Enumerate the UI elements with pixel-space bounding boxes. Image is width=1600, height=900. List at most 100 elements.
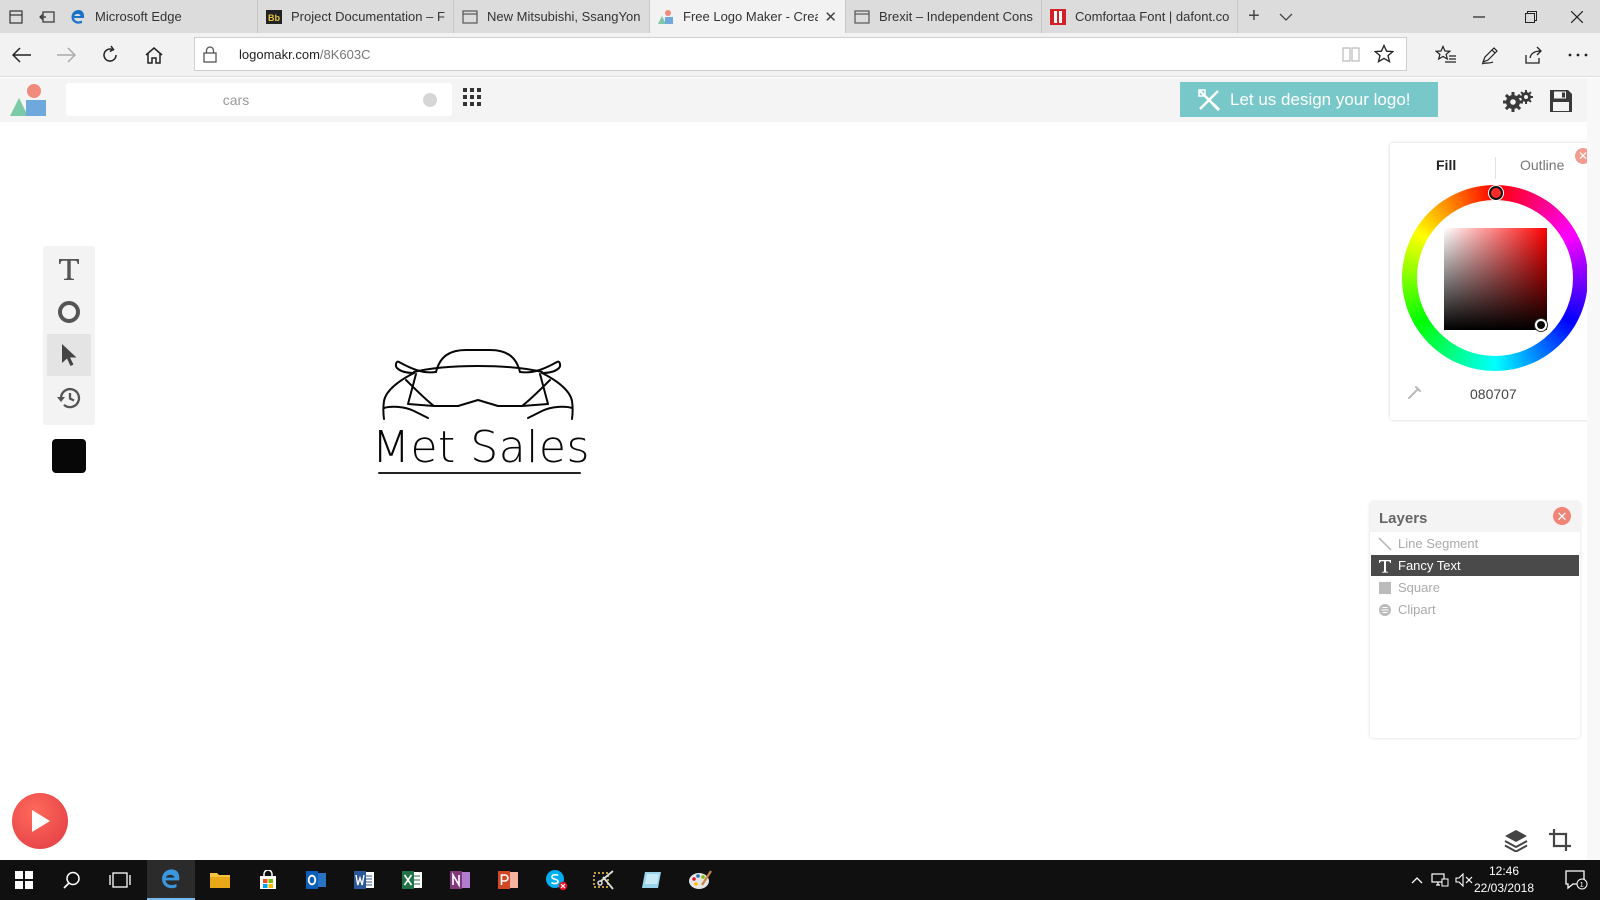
shape-tool-icon[interactable] [47, 291, 91, 333]
file-explorer-icon[interactable] [196, 860, 244, 900]
layer-item-fancy-text[interactable]: Fancy Text [1371, 555, 1579, 576]
site-header: Let us design your logo! [0, 78, 1600, 122]
logo-underline-segment[interactable] [378, 472, 581, 474]
browser-tab-strip: Microsoft Edge Bb Project Documentation … [0, 0, 1600, 33]
layer-item-line-segment[interactable]: Line Segment [1371, 533, 1579, 554]
tab-project-documentation[interactable]: Bb Project Documentation – Fc [258, 0, 454, 33]
logo-text-met-sales[interactable]: Met Sales [372, 422, 590, 473]
browser-navigation-bar: logomakr.com/8K603C [0, 33, 1600, 77]
logomakr-logo[interactable] [10, 82, 48, 118]
tab-title: Microsoft Edge [95, 9, 182, 24]
layers-header: Layers [1370, 502, 1580, 532]
taskbar-edge-icon[interactable] [147, 860, 195, 900]
start-windows-icon[interactable] [0, 860, 48, 900]
page-scrollbar[interactable] [1587, 78, 1600, 860]
design-my-logo-button[interactable]: Let us design your logo! [1180, 82, 1438, 117]
dafont-icon [1050, 8, 1066, 25]
search-icon[interactable] [422, 92, 438, 113]
settings-gears-icon[interactable] [1502, 85, 1534, 117]
layer-item-square[interactable]: Square [1371, 577, 1579, 598]
taskbar-search-icon[interactable] [48, 860, 96, 900]
network-icon[interactable] [1428, 873, 1452, 887]
layers-toggle-icon[interactable] [1501, 825, 1531, 855]
store-icon[interactable] [244, 860, 292, 900]
crop-icon[interactable] [1545, 825, 1575, 855]
task-view-icon[interactable] [96, 860, 144, 900]
close-tab-icon[interactable]: ✕ [824, 8, 837, 26]
tab-title: Project Documentation – Fc [291, 9, 445, 24]
refresh-icon[interactable] [94, 39, 126, 71]
favorite-star-icon[interactable] [1373, 43, 1395, 69]
url-domain: logomakr.com [239, 47, 320, 62]
close-window-icon[interactable] [1554, 0, 1600, 33]
share-icon[interactable] [1518, 39, 1550, 71]
more-menu-icon[interactable] [1562, 39, 1594, 71]
clock-time: 12:46 [1488, 864, 1520, 878]
web-note-pen-icon[interactable] [1474, 39, 1506, 71]
text-tool-icon[interactable] [47, 248, 91, 290]
new-tab-icon[interactable]: + [1238, 0, 1270, 33]
left-toolbar [43, 246, 95, 425]
tab-title: New Mitsubishi, SsangYong [487, 9, 641, 24]
tab-fill[interactable]: Fill [1436, 157, 1456, 173]
address-bar[interactable]: logomakr.com/8K603C [194, 37, 1407, 71]
tab-dafont[interactable]: Comfortaa Font | dafont.cor [1042, 0, 1238, 33]
hue-handle[interactable] [1489, 186, 1503, 200]
tab-mitsubishi[interactable]: New Mitsubishi, SsangYong [454, 0, 650, 33]
clipart-icon [1377, 602, 1393, 618]
edge-icon [70, 9, 86, 25]
powerpoint-icon[interactable] [484, 860, 532, 900]
svg-text:Bb: Bb [268, 13, 280, 23]
chevron-down-icon[interactable] [1270, 0, 1302, 33]
select-pointer-icon[interactable] [47, 334, 91, 376]
restore-icon[interactable] [1508, 0, 1554, 33]
word-icon[interactable] [340, 860, 388, 900]
eyedropper-icon[interactable] [1407, 384, 1423, 405]
car-clipart[interactable] [370, 346, 586, 425]
windows-taskbar: 12:46 22/03/2018 1 [0, 860, 1600, 900]
clipart-search [66, 83, 452, 116]
tab-divider [1495, 157, 1496, 179]
history-icon[interactable] [47, 377, 91, 419]
skype-icon[interactable] [532, 860, 580, 900]
taskbar-clock[interactable]: 12:46 22/03/2018 [1466, 863, 1542, 897]
layer-label: Square [1398, 580, 1440, 595]
excel-icon[interactable] [388, 860, 436, 900]
text-icon [1377, 558, 1393, 574]
save-disk-icon[interactable] [1545, 85, 1577, 117]
hex-color-value[interactable]: 080707 [1470, 386, 1517, 402]
reading-view-icon[interactable] [1342, 46, 1360, 67]
apps-grid-icon[interactable] [463, 88, 483, 108]
tab-brexit[interactable]: Brexit – Independent Consu [846, 0, 1042, 33]
page-icon [854, 9, 870, 25]
search-input[interactable] [66, 83, 406, 116]
page-icon [462, 9, 478, 25]
outlook-icon[interactable] [292, 860, 340, 900]
tab-microsoft-edge[interactable]: Microsoft Edge [62, 0, 258, 33]
tab-outline[interactable]: Outline [1520, 157, 1564, 173]
forward-icon[interactable] [50, 39, 82, 71]
favorites-hub-icon[interactable] [1430, 39, 1462, 71]
snipping-tool-icon[interactable] [580, 860, 628, 900]
back-icon[interactable] [6, 39, 38, 71]
close-layers-icon[interactable]: ✕ [1553, 507, 1571, 525]
layer-label: Clipart [1398, 602, 1436, 617]
fill-color-swatch[interactable] [52, 439, 86, 473]
design-tools-icon [1198, 88, 1220, 111]
layer-item-clipart[interactable]: Clipart [1371, 599, 1579, 620]
tab-logomakr[interactable]: Free Logo Maker - Crea ✕ [650, 0, 846, 33]
action-center-icon[interactable]: 1 [1552, 860, 1600, 900]
paint-icon[interactable] [676, 860, 724, 900]
minimize-icon[interactable] [1456, 0, 1502, 33]
set-tabs-aside-icon[interactable] [31, 0, 62, 33]
clock-date: 22/03/2018 [1473, 881, 1535, 895]
color-mode-tabs: Fill Outline [1390, 157, 1595, 181]
color-handle[interactable] [1535, 319, 1547, 331]
show-hidden-icons-icon[interactable] [1406, 876, 1428, 884]
onenote-icon[interactable] [436, 860, 484, 900]
sticky-notes-icon[interactable] [628, 860, 676, 900]
saturation-value-square[interactable] [1444, 228, 1547, 330]
home-icon[interactable] [138, 39, 170, 71]
play-tutorial-button[interactable] [12, 793, 68, 849]
tab-manager-icon[interactable] [0, 0, 31, 33]
